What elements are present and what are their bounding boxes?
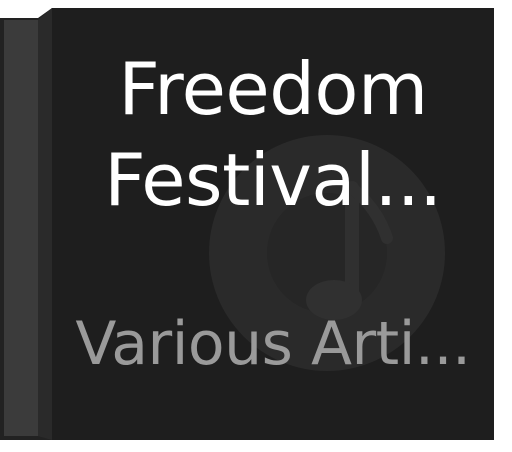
album-title: Freedom Festival... xyxy=(52,44,494,227)
album-cover[interactable]: Freedom Festival... Various Arti... xyxy=(52,8,494,440)
album-title-line-2: Festival... xyxy=(104,138,442,223)
album-tile[interactable]: Freedom Festival... Various Arti... xyxy=(0,0,512,452)
album-title-line-1: Freedom xyxy=(118,47,428,131)
artist-name: Various Arti... xyxy=(75,309,471,379)
album-spine xyxy=(0,8,52,440)
